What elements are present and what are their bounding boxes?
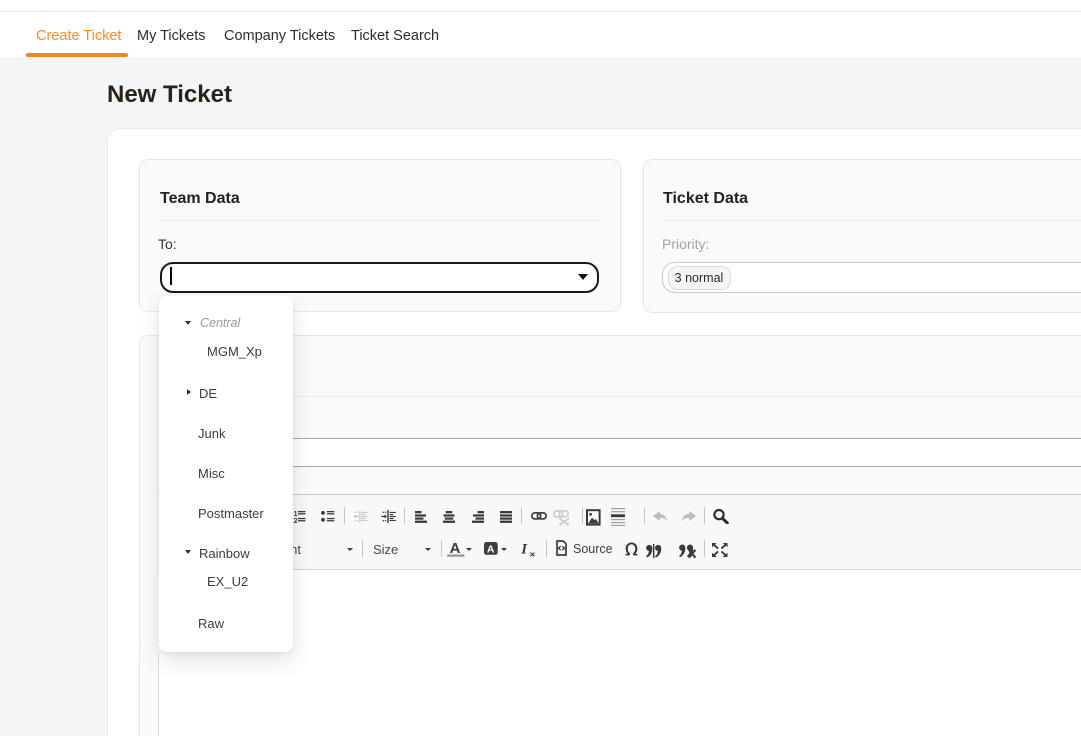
svg-text:A: A	[449, 540, 460, 557]
svg-text:2: 2	[293, 518, 297, 523]
svg-text:×: ×	[530, 549, 536, 558]
svg-text:I: I	[520, 542, 528, 558]
svg-text:1: 1	[293, 511, 297, 518]
svg-text:A: A	[487, 543, 495, 555]
